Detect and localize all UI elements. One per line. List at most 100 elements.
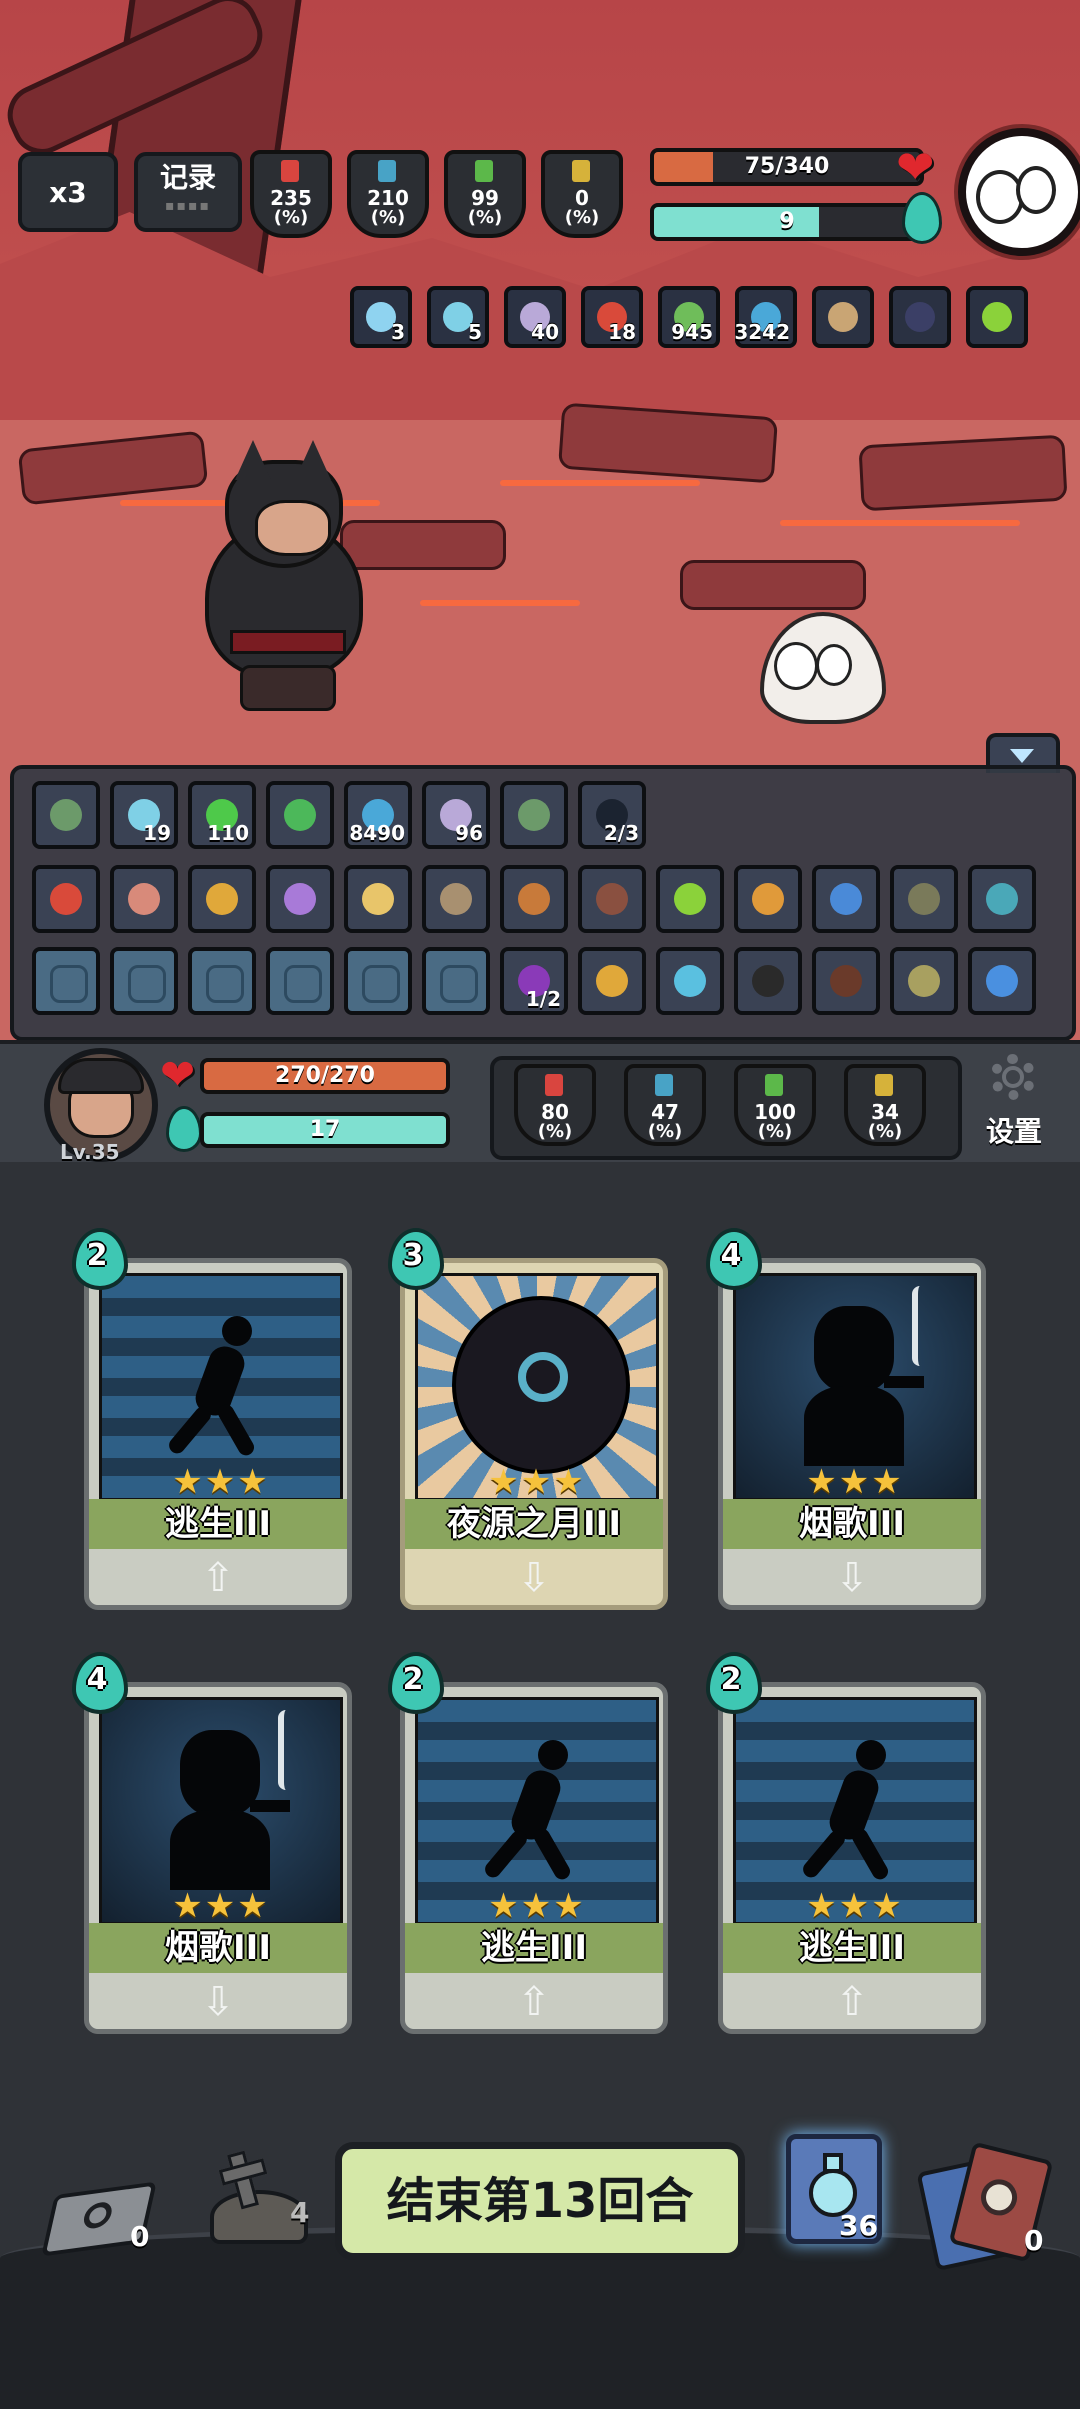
lava-crack (420, 600, 580, 606)
inventory-slot[interactable] (578, 947, 646, 1015)
inventory-slot[interactable] (344, 947, 412, 1015)
inventory-slot[interactable] (656, 947, 724, 1015)
speed-button[interactable]: x3 (18, 152, 118, 232)
inventory-slot[interactable]: 1/2 (500, 947, 568, 1015)
inventory-slot[interactable] (422, 947, 490, 1015)
pipe-icon (250, 1800, 290, 1812)
inventory-slot[interactable] (266, 865, 334, 933)
inventory-slot[interactable] (110, 947, 178, 1015)
record-dots: ▪▪▪▪ (165, 198, 211, 214)
settings-button[interactable]: 设置 (978, 1048, 1058, 1158)
skill-card[interactable]: ★★★ 夜源之月III ⇩ (400, 1258, 668, 1610)
stat-shield: 100 (%) (734, 1064, 816, 1146)
inventory-slot[interactable] (32, 865, 100, 933)
inventory-slot[interactable] (734, 947, 802, 1015)
inventory-slot[interactable] (968, 947, 1036, 1015)
speed-icon (572, 160, 590, 182)
energy-flame-icon (166, 1106, 202, 1152)
figure-leg (849, 1825, 891, 1883)
inventory-slot[interactable] (968, 865, 1036, 933)
card-name: 逃生III (405, 1923, 663, 1973)
inventory-slot[interactable] (188, 865, 256, 933)
inventory-slot[interactable] (32, 781, 100, 849)
cost-value: 2 (86, 1238, 108, 1273)
inventory-slot[interactable] (344, 865, 412, 933)
wolf-ear (235, 440, 271, 480)
inventory-slot[interactable] (812, 947, 880, 1015)
leaf-icon (674, 883, 706, 915)
inventory-slot[interactable] (422, 865, 490, 933)
card-stars: ★★★ (172, 1462, 270, 1501)
inventory-slot[interactable]: 96 (422, 781, 490, 849)
skull-icon (440, 965, 478, 1003)
buff-slot[interactable]: 3242 (734, 286, 797, 348)
red-horn-icon (50, 883, 82, 915)
buff-slot[interactable]: 945 (658, 286, 720, 348)
cost-value: 4 (86, 1662, 108, 1697)
end-turn-button[interactable]: 结束第13回合 (335, 2142, 745, 2260)
inventory-slot[interactable] (656, 865, 724, 933)
inventory-slot[interactable] (188, 947, 256, 1015)
inventory-slot[interactable] (266, 781, 334, 849)
stat-shield: 0 (%) (541, 150, 623, 238)
inventory-slot[interactable] (32, 947, 100, 1015)
wolf-legs (240, 665, 336, 711)
rock (858, 434, 1068, 512)
inventory-slot[interactable] (266, 947, 334, 1015)
discard-pile-button[interactable]: 0 (916, 2141, 1060, 2272)
inventory-slot[interactable] (890, 947, 958, 1015)
record-button[interactable]: 记录 ▪▪▪▪ (134, 152, 242, 232)
stat-value: 210 (367, 186, 409, 210)
arrow-down-icon: ⇩ (517, 1555, 551, 1601)
smoking-figure-icon (796, 1286, 924, 1466)
inventory-slot[interactable] (110, 865, 178, 933)
cookie-icon (518, 883, 550, 915)
inventory-slot[interactable]: 19 (110, 781, 178, 849)
inventory-slot[interactable] (500, 865, 568, 933)
attack-icon (545, 1074, 563, 1096)
energy-cost: 2 (68, 1222, 128, 1290)
skill-card[interactable]: ★★★ 逃生III ⇧ (84, 1258, 352, 1610)
buff-slot[interactable] (889, 286, 951, 348)
inventory-slot[interactable] (578, 865, 646, 933)
figure-leg (531, 1825, 573, 1883)
inventory-slot[interactable] (734, 865, 802, 933)
skill-card[interactable]: ★★★ 逃生III ⇧ (400, 1682, 668, 2034)
gear-hub (1002, 1066, 1024, 1088)
turtle-shell-icon (518, 799, 550, 831)
inventory-slot[interactable]: 2/3 (578, 781, 646, 849)
green-glove-icon (284, 799, 316, 831)
draw-pile-button[interactable]: 0 (40, 2178, 160, 2258)
buff-slot[interactable]: 3 (350, 286, 412, 348)
stat-shield: 99 (%) (444, 150, 526, 238)
spiked-ball-icon (908, 883, 940, 915)
stat-shield: 80 (%) (514, 1064, 596, 1146)
skill-card[interactable]: ★★★ 逃生III ⇧ (718, 1682, 986, 2034)
stat-value: 100 (754, 1100, 796, 1124)
buff-slot[interactable]: 18 (581, 286, 643, 348)
inventory-slot[interactable] (500, 781, 568, 849)
attack-icon (281, 160, 299, 182)
skill-card[interactable]: ★★★ 烟歌III ⇩ (718, 1258, 986, 1610)
item-count: 8490 (349, 821, 405, 845)
enemy-portrait[interactable] (958, 128, 1080, 256)
potion-button[interactable]: 36 (786, 2134, 882, 2244)
inventory-slot[interactable] (812, 865, 880, 933)
inventory-slot[interactable]: 8490 (344, 781, 412, 849)
card-name: 夜源之月III (405, 1499, 663, 1549)
buff-slot[interactable] (812, 286, 874, 348)
grave-pile-button[interactable]: 4 (190, 2140, 330, 2250)
wolf-ear (295, 440, 331, 480)
crit-icon (655, 1074, 673, 1096)
buff-slot[interactable]: 40 (504, 286, 566, 348)
inventory-slot[interactable]: 110 (188, 781, 256, 849)
skill-card[interactable]: ★★★ 烟歌III ⇩ (84, 1682, 352, 2034)
buff-slot[interactable] (966, 286, 1028, 348)
player-character[interactable] (185, 440, 385, 711)
pig-icon (206, 965, 244, 1003)
buff-slot[interactable]: 5 (427, 286, 489, 348)
enemy-hp-bar: 75/340 (650, 148, 924, 186)
fossil-icon (440, 883, 472, 915)
inventory-slot[interactable] (890, 865, 958, 933)
figure-head (180, 1730, 260, 1816)
